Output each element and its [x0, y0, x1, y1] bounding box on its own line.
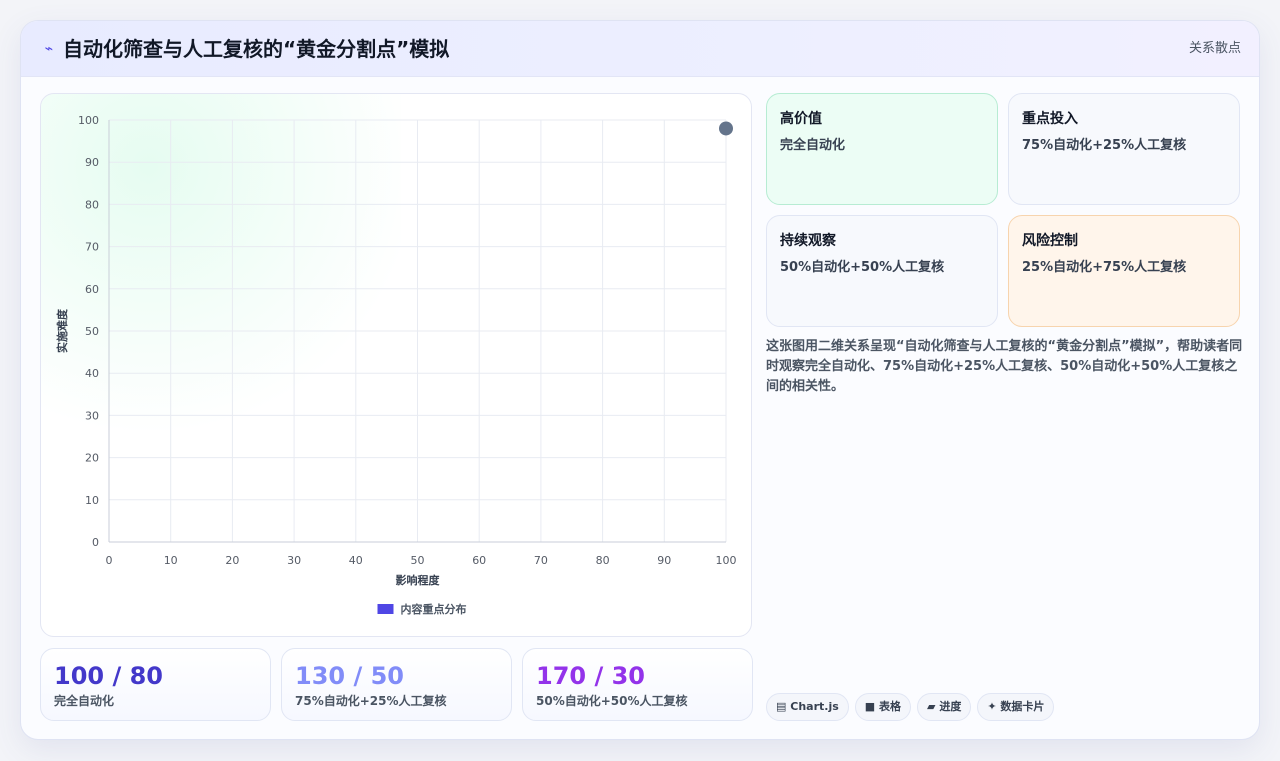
x-tick-label: 90: [657, 554, 671, 567]
table-icon: ■: [864, 700, 876, 713]
stat-card: 170 / 30 50%自动化+50%人工复核: [522, 648, 753, 721]
quadrant-card-focus-invest: 重点投入 75%自动化+25%人工复核: [1008, 93, 1240, 205]
x-tick-label: 10: [164, 554, 178, 567]
chip-label: 进度: [939, 700, 962, 713]
x-tick-label: 50: [411, 554, 425, 567]
chip-label: 数据卡片: [1000, 700, 1045, 713]
x-tick-label: 20: [225, 554, 239, 567]
y-tick-label: 60: [85, 283, 99, 296]
quadrant-desc: 75%自动化+25%人工复核: [1022, 138, 1187, 153]
x-tick-label: 40: [349, 554, 363, 567]
stat-value: 170 / 30: [536, 662, 645, 690]
x-axis-title: 影响程度: [396, 573, 441, 587]
x-tick-label: 60: [472, 554, 486, 567]
chip-label: Chart.js: [790, 700, 839, 713]
chart-icon: ▤: [776, 700, 787, 713]
legend-swatch: [377, 604, 394, 614]
quadrant-desc: 25%自动化+75%人工复核: [1022, 260, 1187, 275]
x-tick-label: 0: [106, 554, 113, 567]
header: ⌁ 自动化筛查与人工复核的“黄金分割点”模拟 关系散点: [21, 21, 1259, 77]
x-tick-label: 30: [287, 554, 301, 567]
quadrant-title: 高价值: [780, 111, 822, 127]
x-tick-label: 100: [716, 554, 737, 567]
y-tick-label: 50: [85, 325, 99, 338]
stat-value: 100 / 80: [54, 662, 163, 690]
data-point: [719, 121, 733, 136]
chart-type-tag: 关系散点: [1188, 41, 1241, 56]
chart-description: 这张图用二维关系呈现“自动化筛查与人工复核的“黄金分割点”模拟”，帮助读者同时观…: [766, 339, 1243, 394]
stat-value: 130 / 50: [295, 662, 404, 690]
y-tick-label: 0: [92, 536, 99, 549]
quadrant-card-risk-control: 风险控制 25%自动化+75%人工复核: [1008, 215, 1240, 327]
quadrant-title: 风险控制: [1022, 233, 1078, 249]
x-tick-label: 70: [534, 554, 548, 567]
stat-card: 100 / 80 完全自动化: [40, 648, 271, 721]
quadrant-title: 重点投入: [1022, 111, 1078, 127]
x-tick-label: 80: [596, 554, 610, 567]
chip-label: 表格: [879, 700, 902, 713]
y-tick-label: 10: [85, 494, 99, 507]
scatter-chart: 0 10 20 30 40 50 60 70 80 90 100 0 10 20 30 40 50 60 70 80 9…: [55, 114, 737, 616]
y-tick-label: 30: [85, 409, 99, 422]
quadrant-title: 持续观察: [780, 233, 836, 249]
quadrant-card-high-value: 高价值 完全自动化: [766, 93, 998, 205]
y-tick-label: 80: [85, 198, 99, 211]
quadrant-desc: 50%自动化+50%人工复核: [780, 260, 945, 275]
y-axis-title: 实施难度: [55, 308, 69, 353]
quadrant-card-observe: 持续观察 50%自动化+50%人工复核: [766, 215, 998, 327]
progress-icon: ▰: [927, 700, 936, 713]
chip-progress[interactable]: ▰ 进度: [917, 693, 972, 721]
stat-label: 完全自动化: [54, 694, 115, 708]
chart-panel: 0 10 20 30 40 50 60 70 80 90 100 0 10 20 30 40 50 60 70 80 9…: [40, 93, 752, 637]
bolt-icon: ⌁: [44, 41, 54, 57]
stat-label: 75%自动化+25%人工复核: [295, 694, 447, 708]
legend-label: 内容重点分布: [401, 602, 467, 616]
main-card: ⌁ 自动化筛查与人工复核的“黄金分割点”模拟 关系散点 0 10 20 30 40 50 6…: [20, 20, 1260, 740]
feature-chips: ▤ Chart.js ■ 表格 ▰ 进度 ✦ 数据卡片: [766, 693, 1060, 721]
y-tick-label: 100: [78, 114, 99, 127]
chip-chartjs[interactable]: ▤ Chart.js: [766, 693, 849, 721]
y-tick-label: 40: [85, 367, 99, 380]
y-tick-label: 70: [85, 241, 99, 254]
stat-label: 50%自动化+50%人工复核: [536, 694, 688, 708]
y-tick-label: 90: [85, 156, 99, 169]
stat-card: 130 / 50 75%自动化+25%人工复核: [281, 648, 512, 721]
page-title: 自动化筛查与人工复核的“黄金分割点”模拟: [63, 37, 450, 61]
chip-data-card[interactable]: ✦ 数据卡片: [977, 693, 1055, 721]
sparkle-icon: ✦: [987, 700, 997, 713]
y-tick-label: 20: [85, 452, 99, 465]
chip-table[interactable]: ■ 表格: [854, 693, 912, 721]
quadrant-desc: 完全自动化: [780, 138, 846, 153]
